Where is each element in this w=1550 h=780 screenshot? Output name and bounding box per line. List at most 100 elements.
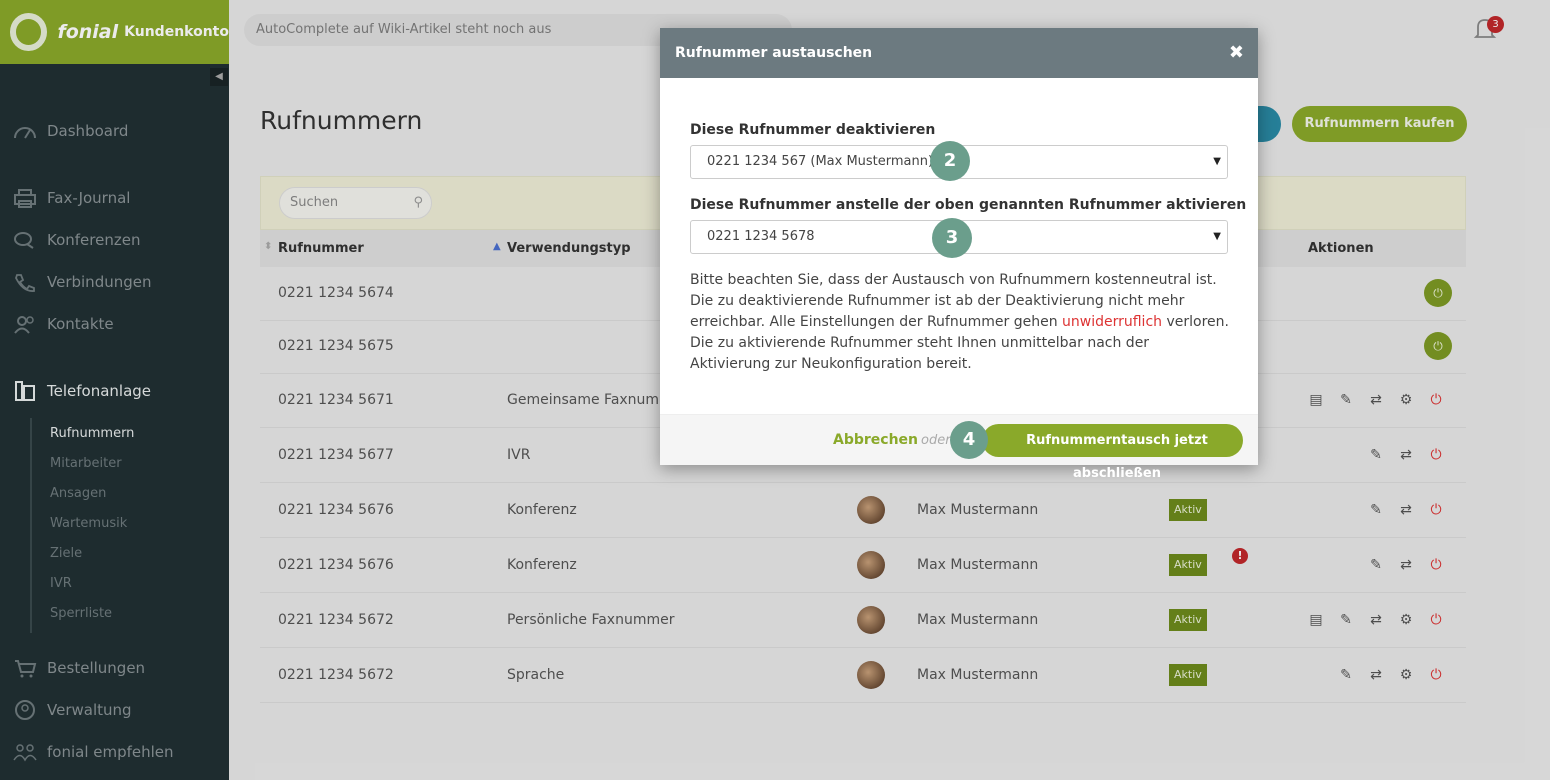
telefonanlage-subnav: Rufnummern Mitarbeiter Ansagen Wartemusi… — [30, 418, 134, 633]
activate-button[interactable]: ⏻ — [1424, 279, 1452, 307]
step-badge-2: 2 — [930, 141, 970, 181]
table-row: 0221 1234 5676 Konferenz Max Mustermann Akt… — [260, 539, 1466, 593]
cell-user: Max Mustermann — [917, 612, 1039, 628]
subnav-item-sperrliste[interactable]: Sperrliste — [50, 606, 112, 621]
sidebar-item-kontakte[interactable]: Kontakte — [12, 313, 114, 335]
sidebar-item-label: Fax-Journal — [47, 189, 131, 207]
edit-icon[interactable]: ✎ — [1336, 390, 1356, 410]
subnav-item-rufnummern[interactable]: Rufnummern — [50, 426, 134, 441]
cell-number: 0221 1234 5676 — [278, 557, 394, 573]
shuffle-icon[interactable]: ⇄ — [1366, 610, 1386, 630]
sidebar: fonial Kundenkonto ◀ Dashboard Fax-Journ… — [0, 0, 229, 780]
cancel-button[interactable]: Abbrechen — [833, 432, 918, 448]
user-settings-icon[interactable]: ⚙ — [1396, 610, 1416, 630]
search-placeholder: Suchen — [290, 195, 339, 210]
subnav-item-ziele[interactable]: Ziele — [50, 546, 82, 561]
user-settings-icon[interactable]: ⚙ — [1396, 665, 1416, 685]
sidebar-item-dashboard[interactable]: Dashboard — [12, 120, 128, 142]
cell-type: Konferenz — [507, 557, 577, 573]
cell-type: Konferenz — [507, 502, 577, 518]
cell-number: 0221 1234 5672 — [278, 667, 394, 683]
cell-number: 0221 1234 5676 — [278, 502, 394, 518]
exchange-number-dialog: Rufnummer austauschen ✖ Diese Rufnummer … — [660, 28, 1258, 481]
row-actions: ✎ ⇄ ⏻ — [1366, 555, 1446, 575]
activate-label: Diese Rufnummer anstelle der oben genann… — [690, 197, 1247, 213]
sidebar-item-fax-journal[interactable]: Fax-Journal — [12, 187, 130, 209]
edit-icon[interactable]: ✎ — [1336, 665, 1356, 685]
sidebar-item-fonial-empfehlen[interactable]: fonial empfehlen — [12, 741, 174, 763]
deactivate-label: Diese Rufnummer deaktivieren — [690, 122, 936, 138]
sidebar-item-verwaltung[interactable]: Verwaltung — [12, 699, 132, 721]
cell-type: Persönliche Faxnummer — [507, 612, 675, 628]
buy-numbers-button[interactable]: Rufnummern kaufen — [1292, 106, 1467, 142]
sidebar-item-verbindungen[interactable]: Verbindungen — [12, 271, 151, 293]
edit-icon[interactable]: ✎ — [1366, 500, 1386, 520]
subnav-item-mitarbeiter[interactable]: Mitarbeiter — [50, 456, 122, 471]
cell-user: Max Mustermann — [917, 667, 1039, 683]
deactivate-icon[interactable]: ⏻ — [1426, 610, 1446, 630]
edit-icon[interactable]: ✎ — [1336, 610, 1356, 630]
deactivate-icon[interactable]: ⏻ — [1426, 555, 1446, 575]
shuffle-icon[interactable]: ⇄ — [1366, 665, 1386, 685]
deactivate-icon[interactable]: ⏻ — [1426, 500, 1446, 520]
shuffle-icon[interactable]: ⇄ — [1396, 500, 1416, 520]
sidebar-item-label: Dashboard — [47, 122, 129, 140]
dropdown-arrow-icon: ▼ — [1213, 156, 1221, 167]
subnav-item-wartemusik[interactable]: Wartemusik — [50, 516, 127, 531]
sort-asc-icon[interactable]: ▲ — [493, 241, 501, 252]
sort-icon[interactable]: ⬍ — [264, 241, 272, 252]
cell-number: 0221 1234 5674 — [278, 285, 394, 301]
cell-number: 0221 1234 5677 — [278, 447, 394, 463]
cell-type: Sprache — [507, 667, 565, 683]
status-badge: Aktiv — [1169, 499, 1207, 521]
shuffle-icon[interactable]: ⇄ — [1396, 555, 1416, 575]
dialog-notice: Bitte beachten Sie, dass der Austausch v… — [690, 270, 1230, 375]
row-actions: ✎ ⇄ ⚙ ⏻ — [1336, 665, 1446, 685]
notification-badge: 3 — [1487, 16, 1504, 33]
subnav-item-ivr[interactable]: IVR — [50, 576, 72, 591]
sidebar-item-telefonanlage[interactable]: Telefonanlage — [12, 380, 151, 402]
contacts-icon — [12, 313, 38, 335]
table-row: 0221 1234 5672 Persönliche Faxnummer Max M… — [260, 594, 1466, 648]
edit-icon[interactable]: ✎ — [1366, 555, 1386, 575]
logo[interactable]: fonial Kundenkonto — [0, 0, 229, 64]
alert-icon: ! — [1232, 548, 1248, 564]
or-text: oder — [921, 433, 951, 448]
column-header-rufnummer[interactable]: Rufnummer — [278, 241, 364, 256]
user-settings-icon[interactable]: ⚙ — [1396, 390, 1416, 410]
notice-warning-text: unwiderruflich — [1062, 314, 1163, 330]
cell-user: Max Mustermann — [917, 502, 1039, 518]
sidebar-item-konferenzen[interactable]: Konferenzen — [12, 229, 140, 251]
sidebar-item-bestellungen[interactable]: Bestellungen — [12, 657, 145, 679]
user-circle-icon — [12, 699, 38, 721]
column-header-aktionen: Aktionen — [1308, 241, 1374, 256]
brand-name: fonial — [57, 21, 119, 43]
deactivate-icon[interactable]: ⏻ — [1426, 445, 1446, 465]
sidebar-item-label: fonial empfehlen — [47, 743, 174, 761]
collapse-sidebar-button[interactable]: ◀ — [210, 68, 228, 86]
shuffle-icon[interactable]: ⇄ — [1396, 445, 1416, 465]
column-header-verwendungstyp[interactable]: Verwendungstyp — [507, 241, 631, 256]
confirm-exchange-button[interactable]: Rufnummerntausch jetzt abschließen — [982, 424, 1243, 481]
pbx-icon — [12, 380, 38, 402]
fax-switch-icon[interactable]: ▤ — [1306, 390, 1326, 410]
table-search-input[interactable]: Suchen ⚲ — [279, 187, 432, 219]
sidebar-item-label: Verbindungen — [47, 273, 152, 291]
subnav-item-ansagen[interactable]: Ansagen — [50, 486, 106, 501]
dialog-title: Rufnummer austauschen — [675, 45, 873, 61]
status-badge: Aktiv — [1169, 609, 1207, 631]
cell-number: 0221 1234 5675 — [278, 338, 394, 354]
sidebar-item-label: Telefonanlage — [47, 382, 152, 400]
deactivate-icon[interactable]: ⏻ — [1426, 390, 1446, 410]
avatar — [857, 551, 885, 579]
activate-button[interactable]: ⏻ — [1424, 332, 1452, 360]
dialog-footer: Abbrechen oder Rufnummerntausch jetzt ab… — [660, 414, 1258, 481]
shuffle-icon[interactable]: ⇄ — [1366, 390, 1386, 410]
deactivate-icon[interactable]: ⏻ — [1426, 665, 1446, 685]
sidebar-item-label: Kontakte — [47, 315, 114, 333]
edit-icon[interactable]: ✎ — [1366, 445, 1386, 465]
row-actions: ▤ ✎ ⇄ ⚙ ⏻ — [1306, 390, 1446, 410]
close-icon[interactable]: ✖ — [1229, 42, 1244, 63]
fax-switch-icon[interactable]: ▤ — [1306, 610, 1326, 630]
sidebar-item-label: Konferenzen — [47, 231, 141, 249]
